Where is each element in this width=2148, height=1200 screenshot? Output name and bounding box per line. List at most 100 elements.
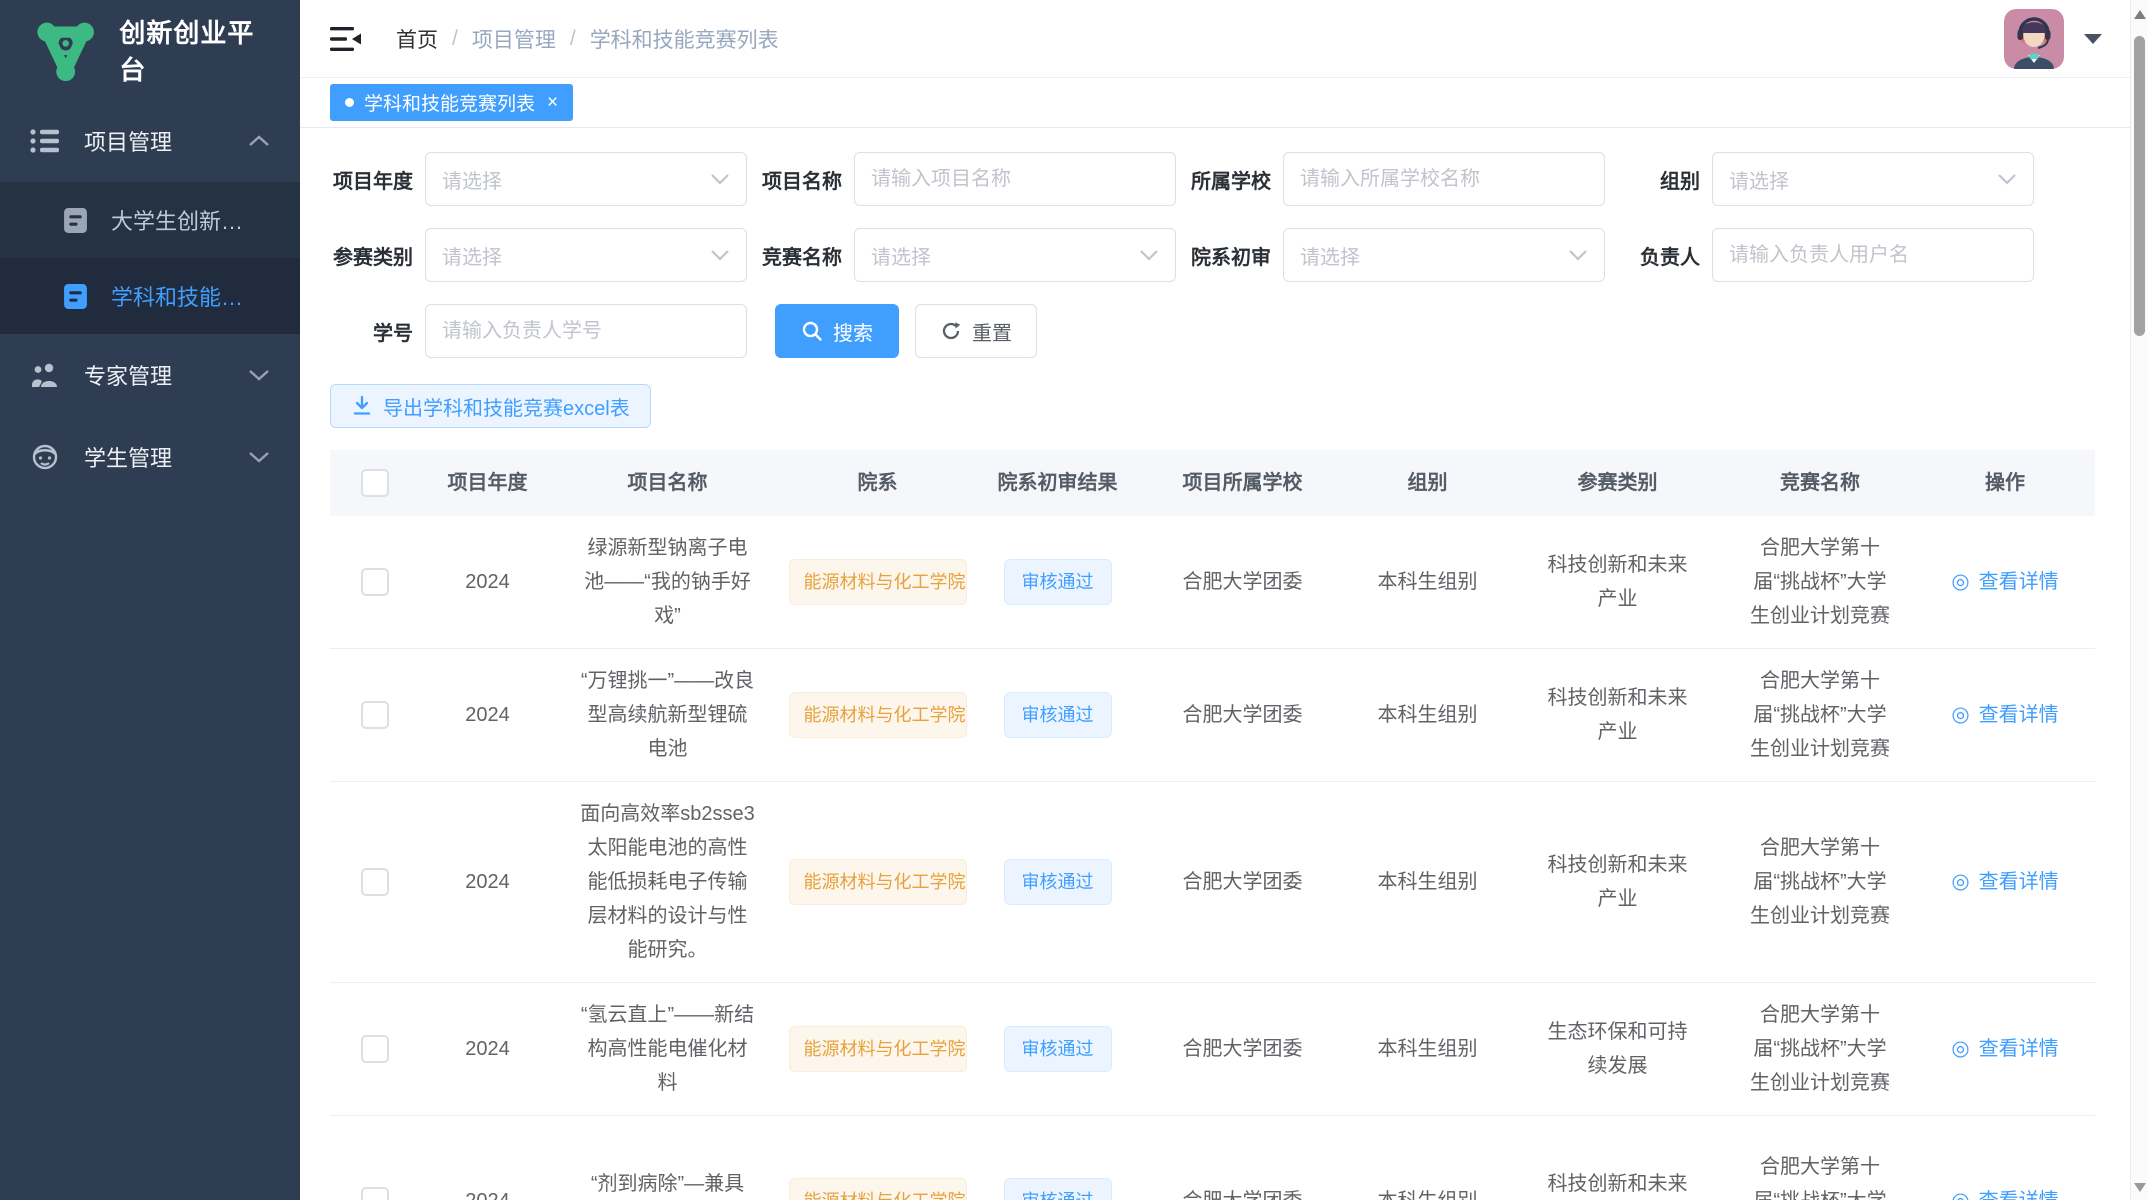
view-details-link[interactable]: ◎查看详情	[1951, 1032, 2058, 1066]
sidebar-item-student-mgmt[interactable]: 学生管理	[0, 416, 300, 498]
filter-row-2: 参赛类别 请选择 竞赛名称 请选择 院系初审 请选择	[330, 228, 2148, 282]
user-avatar[interactable]	[2004, 9, 2064, 69]
chevron-up-icon	[248, 134, 270, 148]
sidebar-fold-icon[interactable]	[330, 25, 362, 53]
user-menu-caret-icon[interactable]	[2084, 34, 2102, 44]
col-header-name: 项目名称	[555, 466, 780, 500]
filter-project-year: 项目年度 请选择	[330, 152, 747, 206]
page-scrollbar[interactable]	[2130, 0, 2148, 1200]
chevron-down-icon	[248, 368, 270, 382]
cell-category: 科技创新和未来产业	[1543, 548, 1693, 616]
dept-tag: 能源材料与化工学院	[789, 692, 967, 738]
group-select[interactable]: 请选择	[1712, 152, 2034, 206]
search-button[interactable]: 搜索	[775, 304, 899, 358]
school-input[interactable]	[1283, 152, 1605, 206]
breadcrumb-project-mgmt[interactable]: 项目管理	[472, 24, 556, 54]
project-year-select[interactable]: 请选择	[425, 152, 747, 206]
scrollbar-down-arrow-icon[interactable]	[2134, 1183, 2146, 1192]
search-icon	[801, 320, 823, 342]
cell-group: 本科生组别	[1345, 550, 1510, 614]
cell-project-name: “万锂挑一”——改良型高续航新型锂硫电池	[580, 664, 755, 766]
competition-name-select[interactable]: 请选择	[854, 228, 1176, 282]
filter-school: 所属学校	[1188, 152, 1605, 206]
row-checkbox[interactable]	[361, 701, 389, 729]
cell-year: 2024	[420, 1017, 555, 1081]
dept-tag: 能源材料与化工学院	[789, 1026, 967, 1072]
sidebar: 创新创业平台 项目管理 大学生创新…	[0, 0, 300, 1200]
view-details-link[interactable]: ◎查看详情	[1951, 698, 2058, 732]
eye-icon: ◎	[1951, 1184, 1969, 1200]
breadcrumb-home[interactable]: 首页	[396, 24, 438, 54]
filter-label: 学号	[330, 317, 425, 346]
view-details-label: 查看详情	[1979, 565, 2059, 599]
chevron-down-icon	[710, 249, 730, 261]
row-checkbox[interactable]	[361, 568, 389, 596]
leader-input[interactable]	[1712, 228, 2034, 282]
scrollbar-thumb[interactable]	[2134, 36, 2145, 336]
eye-icon: ◎	[1951, 865, 1969, 899]
table-row: 2024 面向高效率sb2sse3太阳能电池的高性能低损耗电子传输层材料的设计与…	[330, 782, 2095, 983]
cell-project-name: “氢云直上”——新结构高性能电催化材料	[580, 998, 755, 1100]
filter-label: 组别	[1617, 165, 1712, 194]
filter-dept-review: 院系初审 请选择	[1188, 228, 1605, 282]
sidebar-item-label: 项目管理	[84, 125, 248, 157]
col-header-category: 参赛类别	[1510, 466, 1725, 500]
tab-bar: 学科和技能竞赛列表 ×	[300, 78, 2148, 128]
cell-group: 本科生组别	[1345, 1017, 1510, 1081]
row-checkbox[interactable]	[361, 1187, 389, 1200]
review-status-tag: 审核通过	[1004, 1178, 1112, 1200]
cell-year: 2024	[420, 850, 555, 914]
cell-project-name: 面向高效率sb2sse3太阳能电池的高性能低损耗电子传输层材料的设计与性能研究。	[580, 797, 755, 967]
view-details-link[interactable]: ◎查看详情	[1951, 565, 2058, 599]
student-id-input[interactable]	[425, 304, 747, 358]
cell-competition: 合肥大学第十届“挑战杯”大学生创业计划竞赛	[1746, 531, 1894, 633]
filter-label: 负责人	[1617, 241, 1712, 270]
sidebar-item-label: 学科和技能…	[111, 280, 243, 312]
table-row: 2024 “氢云直上”——新结构高性能电催化材料 能源材料与化工学院 审核通过 …	[330, 983, 2095, 1116]
tab-close-icon[interactable]: ×	[547, 93, 558, 112]
cell-competition: 合肥大学第十届“挑战杯”大学生创业计划竞赛	[1746, 998, 1894, 1100]
select-placeholder: 请选择	[442, 165, 710, 194]
col-header-review: 院系初审结果	[975, 466, 1140, 500]
row-checkbox[interactable]	[361, 1035, 389, 1063]
topbar-right	[2004, 9, 2102, 69]
filter-competition-name: 竞赛名称 请选择	[759, 228, 1176, 282]
refresh-icon	[940, 320, 962, 342]
reset-button[interactable]: 重置	[915, 304, 1037, 358]
export-excel-button[interactable]: 导出学科和技能竞赛excel表	[330, 384, 651, 428]
list-icon	[30, 128, 60, 154]
view-details-label: 查看详情	[1979, 698, 2059, 732]
chevron-down-icon	[1139, 249, 1159, 261]
view-details-link[interactable]: ◎查看详情	[1951, 1184, 2058, 1200]
cell-competition: 合肥大学第十届“挑战杯”大学生创业计划竞赛	[1746, 1150, 1894, 1200]
project-name-input[interactable]	[854, 152, 1176, 206]
sidebar-item-project-mgmt[interactable]: 项目管理	[0, 100, 300, 182]
filter-row-3: 学号 搜索 重置	[330, 304, 2148, 358]
tab-skill-competition-list[interactable]: 学科和技能竞赛列表 ×	[330, 84, 573, 121]
scrollbar-up-arrow-icon[interactable]	[2134, 10, 2146, 19]
cell-year: 2024	[420, 1169, 555, 1200]
dept-review-select[interactable]: 请选择	[1283, 228, 1605, 282]
col-header-group: 组别	[1345, 466, 1510, 500]
select-placeholder: 请选择	[1729, 165, 1997, 194]
view-details-label: 查看详情	[1979, 865, 2059, 899]
main-area: 首页 / 项目管理 / 学科和技能竞赛列表	[300, 0, 2148, 1200]
sidebar-item-skill-competition[interactable]: 学科和技能…	[0, 258, 300, 334]
sidebar-item-expert-mgmt[interactable]: 专家管理	[0, 334, 300, 416]
view-details-link[interactable]: ◎ 查看详情	[1951, 865, 2058, 899]
col-header-school: 项目所属学校	[1140, 466, 1345, 500]
table-row: 2024 “万锂挑一”——改良型高续航新型锂硫电池 能源材料与化工学院 审核通过…	[330, 649, 2095, 782]
select-placeholder: 请选择	[442, 241, 710, 270]
download-icon	[351, 395, 373, 417]
entry-category-select[interactable]: 请选择	[425, 228, 747, 282]
sidebar-item-undergrad-innovation[interactable]: 大学生创新…	[0, 182, 300, 258]
cell-group: 本科生组别	[1345, 850, 1510, 914]
dept-tag: 能源材料与化工学院	[789, 1178, 967, 1200]
dept-tag: 能源材料与化工学院	[789, 559, 967, 605]
row-checkbox[interactable]	[361, 868, 389, 896]
filter-entry-category: 参赛类别 请选择	[330, 228, 747, 282]
filter-label: 竞赛名称	[759, 241, 854, 270]
review-status-tag: 审核通过	[1004, 1026, 1112, 1072]
app-title: 创新创业平台	[119, 13, 280, 87]
select-all-checkbox[interactable]	[361, 469, 389, 497]
